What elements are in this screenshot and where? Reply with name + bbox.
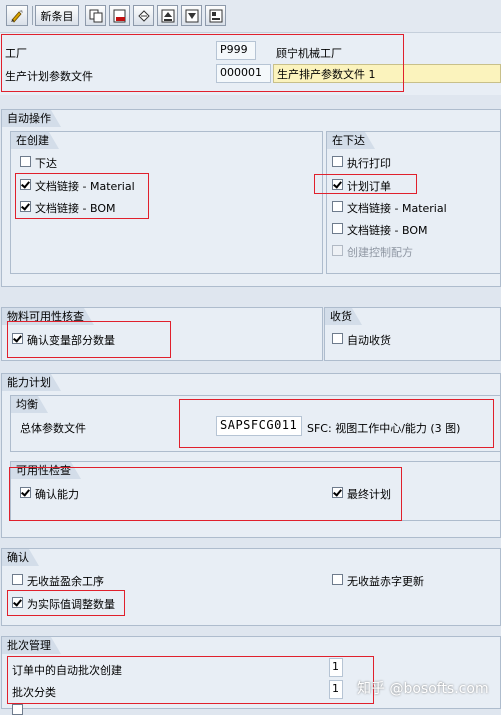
auto-goods-receipt-label: 自动收货 — [347, 334, 391, 347]
details-icon — [209, 9, 222, 22]
delete-icon — [113, 9, 125, 22]
deselect-button[interactable] — [181, 5, 202, 26]
deselect-icon — [185, 9, 198, 22]
capacity-planning-title: 能力计划 — [2, 374, 61, 391]
no-gain-loss-op-label: 无收益盈余工序 — [27, 575, 104, 588]
overall-profile-label: 总体参数文件 — [20, 422, 86, 435]
annotation-highlight-overall-profile — [179, 399, 494, 448]
undo-button[interactable] — [133, 5, 154, 26]
release-checkbox[interactable] — [20, 156, 31, 167]
copy-button[interactable] — [85, 5, 106, 26]
execute-print-checkbox[interactable] — [332, 156, 343, 167]
new-entries-button[interactable]: 新条目 — [35, 5, 79, 26]
batch-management-title: 批次管理 — [2, 637, 61, 654]
no-gain-red-update-label: 无收益赤字更新 — [347, 575, 424, 588]
watermark-text: 知乎 @bosofts.com — [357, 681, 489, 697]
release-doc-link-bom-checkbox[interactable] — [332, 223, 343, 234]
release-doc-link-material-checkbox[interactable] — [332, 201, 343, 212]
annotation-highlight-create-links — [15, 173, 149, 219]
annotation-highlight-variable-qty — [7, 321, 171, 358]
copy-icon — [89, 9, 102, 22]
annotation-highlight-header — [1, 34, 404, 92]
edit-toggle-icon — [11, 9, 23, 23]
annotation-highlight-availability — [9, 467, 402, 521]
annotation-highlight-batch — [7, 656, 374, 704]
annotation-highlight-planned-order — [314, 174, 417, 194]
details-button[interactable] — [205, 5, 226, 26]
undo-icon — [137, 9, 150, 22]
annotation-highlight-adjust-qty — [7, 590, 125, 616]
delete-button[interactable] — [109, 5, 130, 26]
toolbar-separator — [32, 6, 33, 25]
application-toolbar: 新条目 — [0, 0, 501, 33]
create-control-recipe-checkbox — [332, 245, 343, 256]
release-label: 下达 — [35, 157, 57, 170]
new-entries-label: 新条目 — [40, 9, 74, 23]
no-gain-loss-op-checkbox[interactable] — [12, 574, 23, 585]
select-all-button[interactable] — [157, 5, 178, 26]
release-doc-link-bom-label: 文档链接 - BOM — [347, 224, 428, 237]
auto-actions-title: 自动操作 — [2, 110, 61, 127]
edit-toggle-button[interactable] — [6, 5, 28, 26]
release-doc-link-material-label: 文档链接 - Material — [347, 202, 447, 215]
create-control-recipe-label: 创建控制配方 — [347, 246, 413, 259]
partially-visible-checkbox[interactable] — [12, 704, 23, 715]
execute-print-label: 执行打印 — [347, 157, 391, 170]
select-all-icon — [161, 9, 174, 22]
auto-goods-receipt-checkbox[interactable] — [332, 333, 343, 344]
no-gain-red-update-checkbox[interactable] — [332, 574, 343, 585]
